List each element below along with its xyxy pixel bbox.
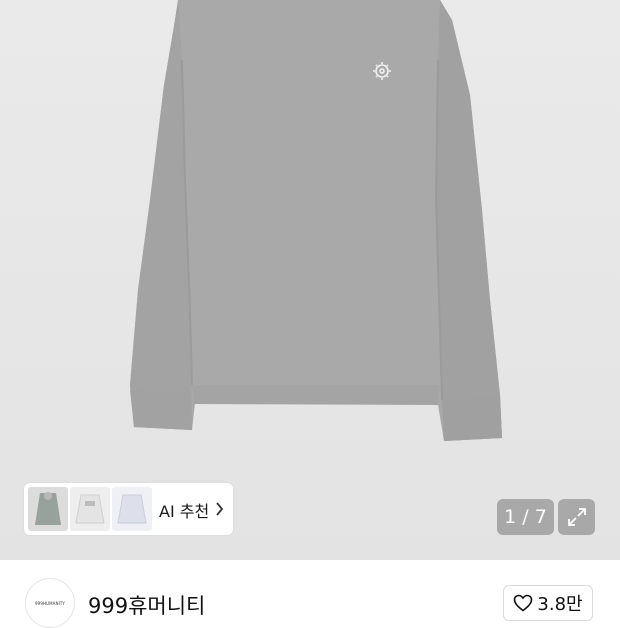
seller-name[interactable]: 999휴머니티 [88, 590, 205, 620]
ai-recommendation-button[interactable]: AI 추천 [24, 483, 233, 535]
shirt-photo [130, 0, 502, 441]
seller-logo-text: 999HUMANITY [35, 600, 65, 606]
recommendation-thumbnail[interactable] [28, 487, 68, 531]
ai-recommendation-label: AI 추천 [159, 502, 210, 521]
expand-icon [567, 508, 586, 526]
expand-image-button[interactable] [558, 499, 595, 535]
like-count: 3.8만 [537, 594, 583, 615]
recommendation-thumbnail[interactable] [112, 487, 152, 531]
like-button[interactable]: 3.8만 [503, 585, 593, 621]
recommendation-thumbnail[interactable] [70, 487, 110, 531]
image-page-counter: 1 / 7 [497, 499, 554, 535]
heart-icon [514, 594, 533, 612]
page-counter-text: 1 / 7 [504, 506, 547, 528]
seller-logo[interactable]: 999HUMANITY [25, 578, 75, 628]
product-image[interactable]: AI 추천 1 / 7 [0, 0, 620, 560]
chevron-right-icon [216, 502, 224, 516]
